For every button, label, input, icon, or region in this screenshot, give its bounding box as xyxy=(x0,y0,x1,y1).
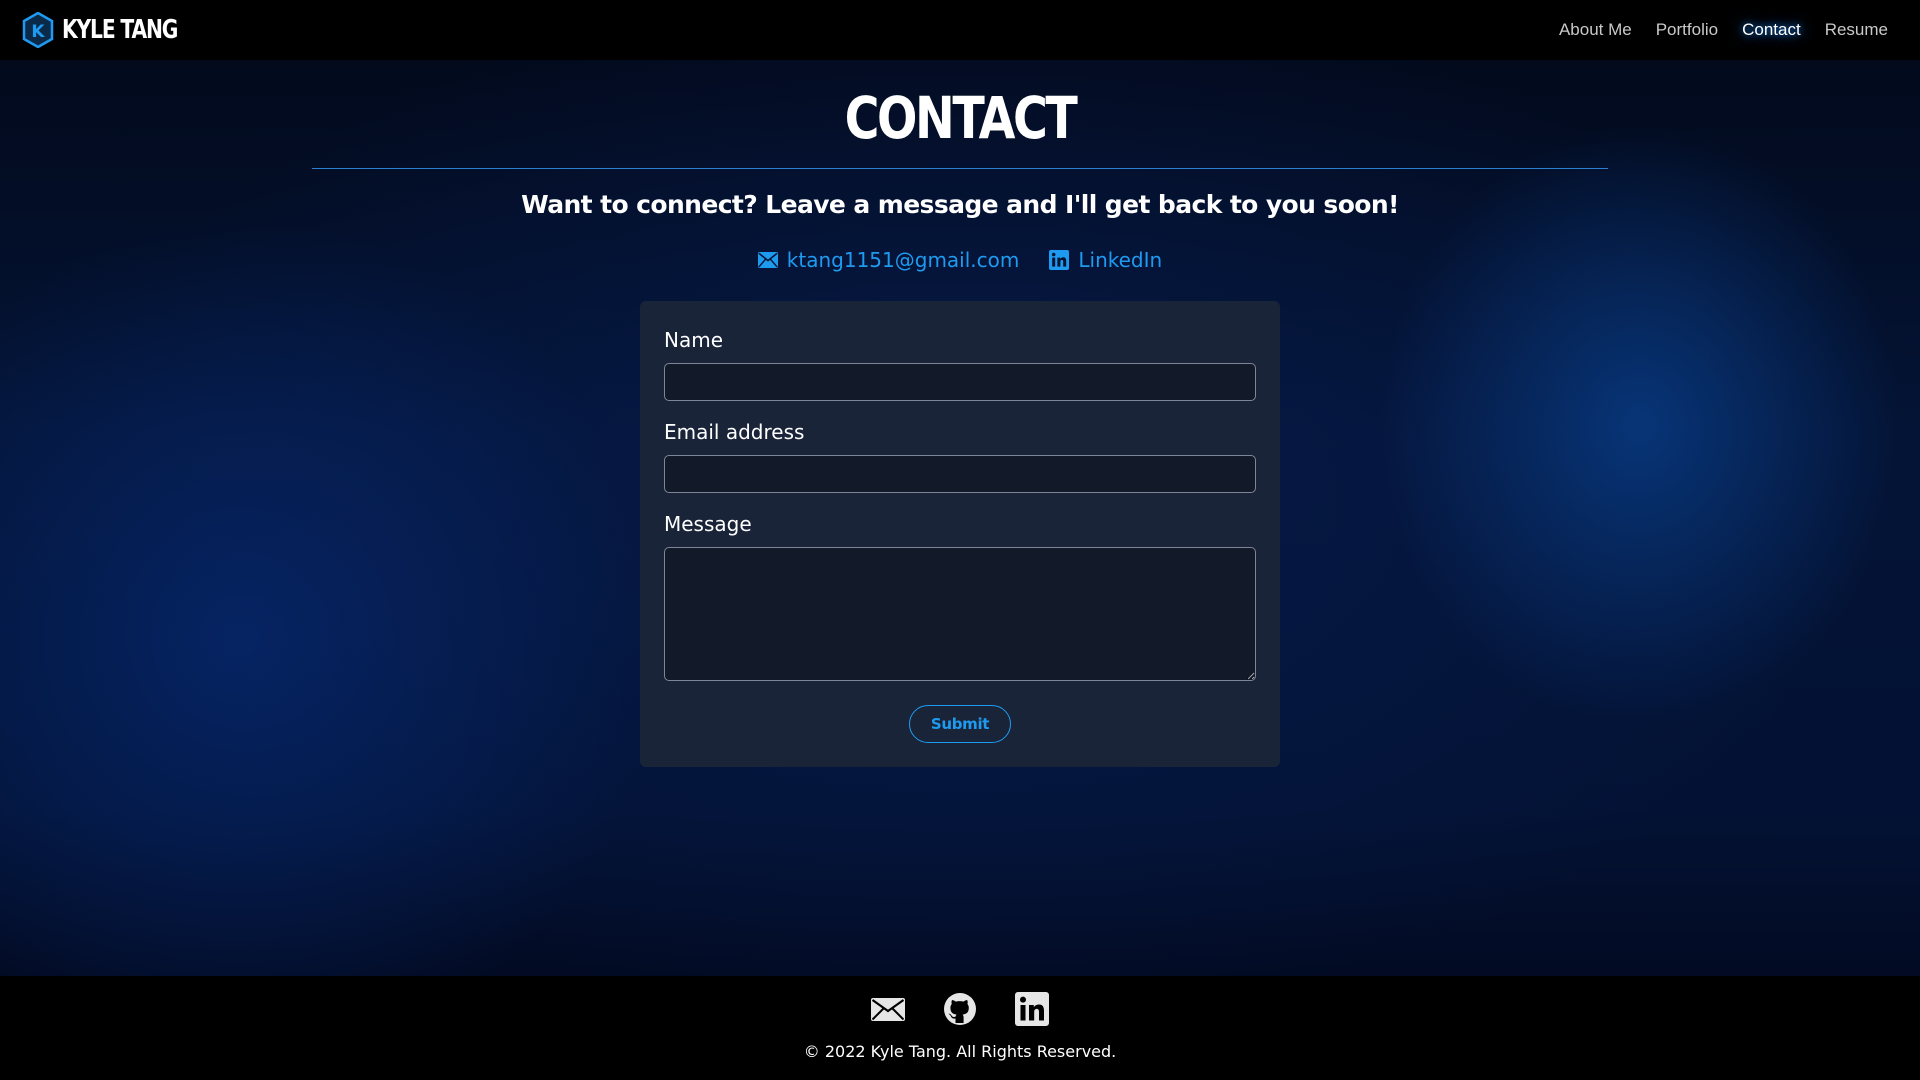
contact-links: ktang1151@gmail.com LinkedIn xyxy=(0,248,1920,272)
page-title: CONTACT xyxy=(844,84,1078,152)
email-input[interactable] xyxy=(664,455,1256,493)
nav-link-about-me[interactable]: About Me xyxy=(1559,20,1632,40)
contact-form: Name Email address Message Submit xyxy=(640,301,1280,767)
submit-button[interactable]: Submit xyxy=(909,705,1011,743)
navbar: K KYLE TANG About Me Portfolio Contact R… xyxy=(0,0,1920,60)
envelope-icon[interactable] xyxy=(871,992,905,1026)
email-label: Email address xyxy=(664,420,805,444)
message-textarea[interactable] xyxy=(664,547,1256,681)
message-label: Message xyxy=(664,512,752,536)
footer-icons xyxy=(0,992,1920,1026)
linkedin-link-label: LinkedIn xyxy=(1078,248,1163,272)
nav-link-portfolio[interactable]: Portfolio xyxy=(1656,20,1718,40)
brand-logo-initial: K xyxy=(31,22,45,42)
copyright: © 2022 Kyle Tang. All Rights Reserved. xyxy=(803,1042,1117,1061)
envelope-icon xyxy=(757,252,778,268)
nav-links: About Me Portfolio Contact Resume xyxy=(1559,20,1888,40)
brand[interactable]: K KYLE TANG xyxy=(22,12,210,48)
nav-link-contact[interactable]: Contact xyxy=(1742,20,1801,40)
linkedin-icon[interactable] xyxy=(1015,992,1049,1026)
github-icon[interactable] xyxy=(943,992,977,1026)
title-divider xyxy=(312,168,1608,169)
brand-logo-icon: K xyxy=(22,12,54,48)
nav-link-resume[interactable]: Resume xyxy=(1825,20,1888,40)
name-label: Name xyxy=(664,328,724,352)
page-subtitle: Want to connect? Leave a message and I'l… xyxy=(521,190,1399,219)
linkedin-link[interactable]: LinkedIn xyxy=(1049,248,1162,272)
brand-name: KYLE TANG xyxy=(62,15,178,45)
email-link-label: ktang1151@gmail.com xyxy=(786,248,1020,272)
name-input[interactable] xyxy=(664,363,1256,401)
email-link[interactable]: ktang1151@gmail.com xyxy=(757,248,1020,272)
footer: © 2022 Kyle Tang. All Rights Reserved. xyxy=(0,976,1920,1080)
linkedin-icon xyxy=(1049,250,1070,270)
